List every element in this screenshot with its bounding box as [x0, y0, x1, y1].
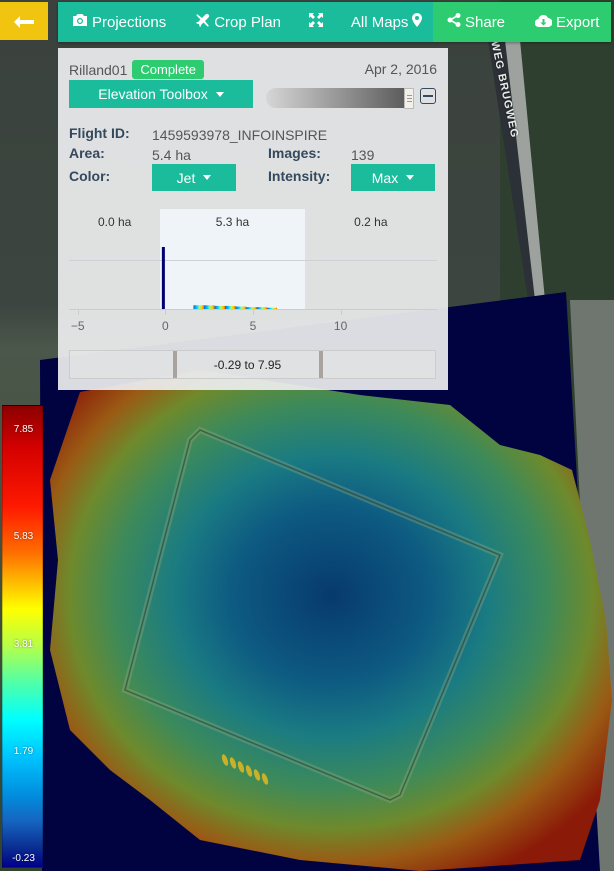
- status-badge: Complete: [132, 60, 205, 79]
- color-dropdown[interactable]: Jet: [152, 164, 236, 191]
- x-tick: [340, 309, 342, 315]
- flight-id-label: Flight ID:: [69, 125, 130, 141]
- collapse-panel-icon[interactable]: [420, 88, 436, 104]
- histogram-bars: [161, 247, 278, 309]
- x-tick: [165, 309, 167, 315]
- arrow-left-icon: [14, 8, 34, 34]
- x-tick: [77, 309, 79, 315]
- camera-icon: [72, 13, 88, 31]
- legend-label: 1.79: [13, 746, 34, 757]
- back-button[interactable]: [0, 2, 48, 40]
- images-label: Images:: [268, 145, 321, 161]
- share-alt-icon: [447, 13, 461, 31]
- x-tick-label: −5: [70, 319, 85, 333]
- histogram-bar: [235, 306, 246, 309]
- caret-down-icon: [203, 175, 212, 180]
- color-label: Color:: [69, 168, 111, 184]
- elevation-color-legend: 7.85 5.83 3.81 1.79 -0.23: [2, 405, 43, 868]
- intensity-label: Intensity:: [268, 168, 331, 184]
- expand-arrows-icon: [308, 13, 323, 31]
- mission-date: Apr 2, 2016: [364, 61, 437, 77]
- nav-projections[interactable]: Projections: [58, 2, 174, 42]
- histogram-bar: [214, 305, 225, 309]
- x-tick: [253, 309, 254, 315]
- histogram-bar: [193, 305, 204, 309]
- nav-export[interactable]: Export: [513, 2, 607, 42]
- histogram-bar: [224, 305, 236, 309]
- nav-all-maps[interactable]: All Maps: [331, 2, 431, 42]
- images-value: 139: [351, 147, 375, 163]
- nav-crop-plan[interactable]: Crop Plan: [174, 2, 289, 42]
- legend-label: 7.85: [13, 424, 34, 435]
- caret-down-icon: [215, 91, 224, 97]
- nav-share[interactable]: Share: [433, 2, 513, 42]
- plane-icon: [196, 13, 210, 31]
- area-label: Area:: [69, 145, 105, 161]
- histogram-bar: [245, 307, 257, 309]
- histogram-bar: [256, 307, 268, 309]
- elevation-toolbox-dropdown[interactable]: Elevation Toolbox: [69, 80, 253, 108]
- range-selector[interactable]: -0.29 to 7.95: [69, 350, 436, 379]
- intensity-dropdown[interactable]: Max: [351, 164, 435, 191]
- legend-label: 3.81: [13, 639, 34, 650]
- histogram-bar: [267, 307, 278, 309]
- cloud-download-icon: [534, 14, 553, 31]
- x-tick-label: 0: [162, 319, 169, 333]
- mission-info-panel: Rilland01 Complete Apr 2, 2016 Elevation…: [58, 48, 448, 390]
- range-label: -0.29 to 7.95: [213, 357, 282, 372]
- histogram-bar: [161, 247, 165, 309]
- nav-fullscreen[interactable]: [289, 2, 331, 42]
- elevation-histogram[interactable]: 0.0 ha 5.3 ha 0.2 ha −5 0 5 10: [69, 209, 437, 333]
- map-marker-icon: [412, 13, 423, 31]
- top-navbar: Projections Crop Plan All Maps Share Exp…: [58, 2, 611, 42]
- x-tick-label: 10: [333, 319, 348, 333]
- histogram-bar: [203, 305, 215, 309]
- legend-label: -0.23: [12, 853, 35, 864]
- flight-id-value: 1459593978_INFOINSPIRE: [152, 127, 328, 143]
- x-tick-label: 5: [249, 319, 257, 333]
- caret-down-icon: [406, 175, 415, 180]
- slider-handle[interactable]: [404, 88, 414, 109]
- opacity-slider[interactable]: [266, 88, 414, 109]
- legend-label: 5.83: [13, 531, 34, 542]
- mission-name: Rilland01: [69, 61, 128, 78]
- range-max-handle[interactable]: [319, 351, 323, 378]
- area-value: 5.4 ha: [152, 147, 191, 163]
